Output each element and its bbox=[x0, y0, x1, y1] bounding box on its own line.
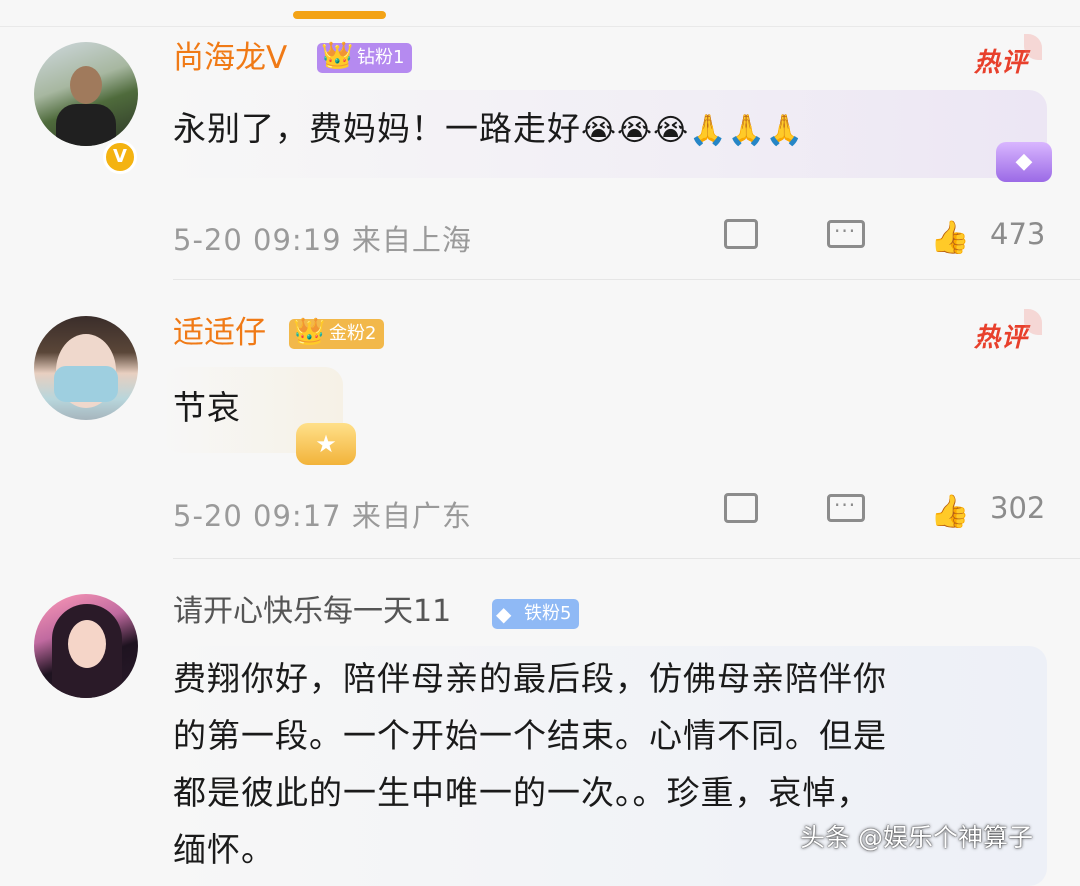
comment-divider bbox=[173, 558, 1080, 559]
fan-badge[interactable]: ◆ 铁粉5 bbox=[492, 599, 580, 629]
verified-badge-icon: V bbox=[103, 140, 137, 174]
comment-meta: 5-20 09:19 来自上海 bbox=[173, 217, 472, 259]
comment-time: 5-20 09:17 bbox=[173, 499, 342, 533]
comment-item: 适适仔 👑 金粉2 热评 节哀 ★ 5-20 09:17 来自广东 👍 302 bbox=[0, 309, 1080, 543]
comment-icon[interactable] bbox=[826, 213, 866, 255]
fan-badge[interactable]: 👑 金粉2 bbox=[289, 317, 385, 349]
avatar-face bbox=[68, 620, 106, 668]
comment-text: 节哀 bbox=[173, 388, 241, 427]
avatar-face bbox=[70, 66, 102, 104]
praying-hands-emoji-icon: 🙏🙏🙏 bbox=[689, 113, 805, 148]
comment-divider bbox=[173, 279, 1080, 280]
thumbs-up-icon[interactable]: 👍 bbox=[930, 219, 970, 255]
fan-badge[interactable]: 👑 钻粉1 bbox=[317, 41, 413, 73]
crown-icon: 👑 bbox=[321, 41, 354, 71]
comment-text-line: 费翔你好，陪伴母亲的最后段，仿佛母亲陪伴你 bbox=[173, 659, 887, 698]
comment-icon[interactable] bbox=[826, 487, 866, 529]
hot-comment-tag: 热评 bbox=[974, 309, 1043, 354]
comment-meta: 5-20 09:17 来自广东 bbox=[173, 493, 472, 535]
crying-emoji-icon: 😭😭😭 bbox=[581, 113, 690, 148]
comment-location: 来自上海 bbox=[351, 223, 472, 257]
crown-icon: 👑 bbox=[293, 317, 326, 347]
top-divider bbox=[0, 26, 1080, 27]
comment-text-body: 永别了，费妈妈！一路走好 bbox=[173, 109, 581, 148]
hot-comment-tag: 热评 bbox=[974, 34, 1043, 79]
avatar[interactable] bbox=[34, 316, 138, 420]
avatar[interactable] bbox=[34, 594, 138, 698]
share-icon[interactable] bbox=[721, 219, 761, 255]
like-count: 473 bbox=[990, 217, 1046, 251]
avatar-body bbox=[56, 104, 116, 146]
star-badge-icon: ★ bbox=[296, 423, 356, 465]
avatar-mask bbox=[54, 366, 118, 402]
username[interactable]: 请开心快乐每一天11 bbox=[173, 592, 451, 632]
fan-badge-label: 铁粉5 bbox=[524, 603, 572, 624]
comment-location: 来自广东 bbox=[351, 499, 472, 533]
fan-badge-label: 钻粉1 bbox=[357, 47, 405, 68]
comment-time: 5-20 09:19 bbox=[173, 223, 342, 257]
top-tab-indicator bbox=[293, 11, 386, 19]
comment-text: 永别了，费妈妈！一路走好😭😭😭🙏🙏🙏 bbox=[173, 100, 804, 159]
avatar[interactable] bbox=[34, 42, 138, 146]
comment-text-line: 都是彼此的一生中唯一的一次。。珍重，哀悼， bbox=[173, 773, 871, 812]
comment-item: V 尚海龙V 👑 钻粉1 热评 永别了，费妈妈！一路走好😭😭😭🙏🙏🙏 ◆ 5-2… bbox=[0, 34, 1080, 272]
fan-badge-label: 金粉2 bbox=[329, 323, 377, 344]
username[interactable]: 适适仔 bbox=[173, 313, 266, 353]
diamond-icon: ◆ bbox=[496, 602, 512, 626]
thumbs-up-icon[interactable]: 👍 bbox=[930, 493, 970, 529]
comment-text-line: 的第一段。一个开始一个结束。心情不同。但是 bbox=[173, 716, 887, 755]
username[interactable]: 尚海龙V bbox=[173, 38, 287, 78]
share-icon[interactable] bbox=[721, 493, 761, 529]
watermark: 头条 @娱乐个神算子 bbox=[800, 823, 1033, 852]
like-count: 302 bbox=[990, 491, 1046, 525]
diamond-icon: ◆ bbox=[996, 142, 1052, 182]
